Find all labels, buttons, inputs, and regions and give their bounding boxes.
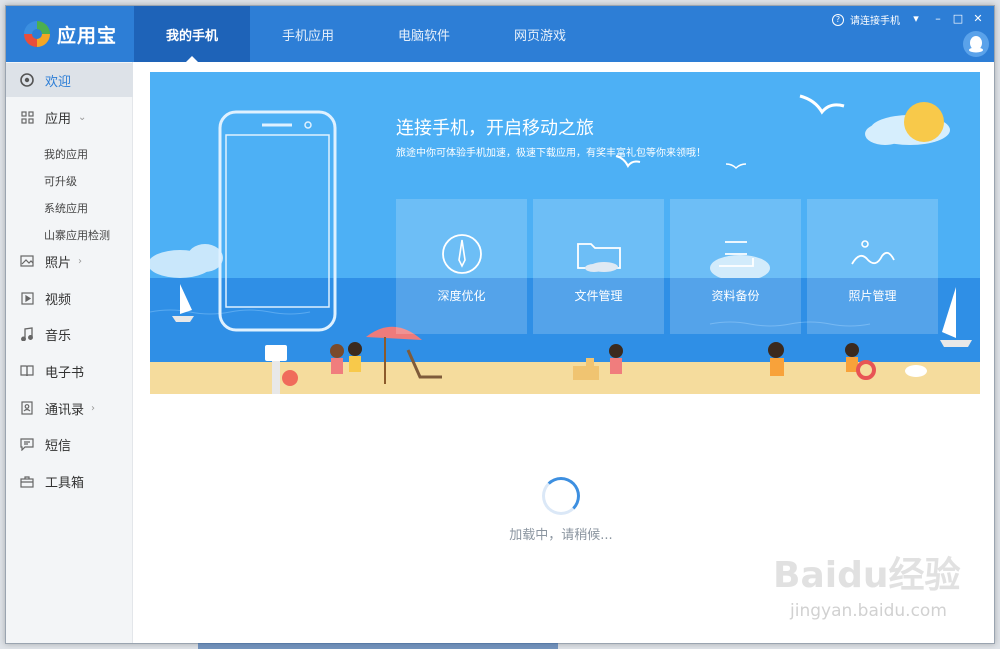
sidebar-item-label: 工具箱: [45, 475, 85, 491]
book-icon: [20, 364, 34, 378]
compass-icon: [442, 234, 482, 274]
sidebar-sub-my-apps[interactable]: 我的应用: [44, 146, 88, 162]
tile-label: 深度优化: [437, 289, 486, 303]
chevron-right-icon: ›: [78, 255, 83, 267]
tile-label: 文件管理: [574, 289, 623, 303]
photo-manage-icon: [851, 240, 895, 265]
sidebar-sub-system-apps[interactable]: 系统应用: [44, 200, 88, 216]
tab-web-games[interactable]: 网页游戏: [482, 6, 598, 62]
folder-icon: [577, 243, 621, 272]
watermark-brand: Baidu经验: [773, 555, 961, 596]
loading-spinner: [542, 477, 580, 515]
sidebar-item-label: 视频: [45, 292, 72, 308]
sidebar-item-ebooks[interactable]: 电子书: [6, 354, 133, 388]
tile-deep-optimize[interactable]: 深度优化: [396, 199, 527, 334]
maximize-button[interactable]: □: [950, 10, 966, 26]
tile-label: 照片管理: [848, 289, 897, 303]
penguin-icon: [969, 36, 983, 53]
sms-icon: [20, 437, 34, 451]
grid-icon: [20, 110, 34, 124]
connect-phone-label: 请连接手机: [850, 16, 900, 27]
sidebar-item-label: 欢迎: [45, 74, 72, 90]
sidebar-item-sms[interactable]: 短信: [6, 427, 133, 461]
baidu-watermark: Baidu经验 jingyan.baidu.com: [768, 541, 968, 636]
help-icon: ?: [832, 13, 844, 26]
app-logo[interactable]: 应用宝: [6, 6, 130, 62]
tab-my-phone[interactable]: 我的手机: [134, 6, 250, 62]
minimize-button[interactable]: –: [930, 10, 946, 26]
watermark-url: jingyan.baidu.com: [790, 601, 947, 621]
music-icon: [20, 327, 34, 341]
connect-phone-link[interactable]: ? 请连接手机: [832, 12, 900, 27]
app-name: 应用宝: [57, 24, 118, 47]
tile-data-backup[interactable]: 资料备份: [670, 199, 801, 334]
tile-label: 资料备份: [711, 289, 760, 303]
menu-dropdown-icon[interactable]: ▾: [908, 10, 924, 26]
sidebar-sub-fake-app-check[interactable]: 山寨应用检测: [44, 227, 110, 243]
sidebar-item-toolbox[interactable]: 工具箱: [6, 464, 133, 498]
sidebar-item-contacts[interactable]: 通讯录 ›: [6, 391, 133, 425]
sidebar-item-photos[interactable]: 照片 ›: [6, 244, 133, 278]
banner-subtitle: 旅途中你可体验手机加速，极速下载应用，有奖丰富礼包等你来领哦！: [396, 148, 706, 159]
toolbox-icon: [20, 474, 34, 488]
sidebar-sub-upgradable[interactable]: 可升级: [44, 173, 77, 189]
chevron-down-icon: ⌄: [78, 111, 87, 123]
top-bar: 应用宝 我的手机 手机应用 电脑软件 网页游戏 ? 请连接手机 ▾ – □ ✕: [6, 6, 994, 62]
welcome-icon: [20, 73, 34, 87]
tile-photo-manage[interactable]: 照片管理: [807, 199, 938, 334]
sidebar-item-label: 通讯录: [45, 402, 85, 418]
chevron-right-icon: ›: [91, 402, 96, 414]
sidebar-item-videos[interactable]: 视频: [6, 281, 133, 315]
photo-icon: [20, 254, 34, 268]
sidebar-item-welcome[interactable]: 欢迎: [6, 63, 133, 97]
backup-icon: [719, 241, 754, 267]
contacts-icon: [20, 401, 34, 415]
sun-icon: [904, 102, 944, 142]
sidebar-item-music[interactable]: 音乐: [6, 317, 133, 351]
sidebar-item-label: 音乐: [45, 328, 72, 344]
main-tabs: 我的手机 手机应用 电脑软件 网页游戏: [134, 6, 598, 62]
sidebar-item-label: 照片: [45, 255, 72, 271]
tile-file-manage[interactable]: 文件管理: [533, 199, 664, 334]
tab-pc-software[interactable]: 电脑软件: [366, 6, 482, 62]
avatar[interactable]: [963, 31, 989, 57]
tab-phone-apps[interactable]: 手机应用: [250, 6, 366, 62]
sidebar-item-apps[interactable]: 应用 ⌄: [6, 100, 133, 134]
app-window: 应用宝 我的手机 手机应用 电脑软件 网页游戏 ? 请连接手机 ▾ – □ ✕: [5, 5, 995, 644]
sidebar-item-label: 应用: [45, 111, 72, 127]
welcome-banner: 连接手机，开启移动之旅 旅途中你可体验手机加速，极速下载应用，有奖丰富礼包等你来…: [150, 72, 980, 394]
banner-title: 连接手机，开启移动之旅: [396, 118, 594, 139]
sidebar-item-label: 电子书: [45, 365, 85, 381]
close-button[interactable]: ✕: [970, 10, 986, 26]
sidebar-item-label: 短信: [45, 438, 72, 454]
video-icon: [20, 291, 34, 305]
background-window-edge: [198, 643, 558, 649]
logo-icon: [24, 21, 50, 47]
sidebar: 欢迎 应用 ⌄ 我的应用 可升级 系统应用 山寨应用检测 照片 › 视频 音乐 …: [6, 62, 133, 643]
loading-text: 加载中，请稍候...: [509, 528, 613, 543]
